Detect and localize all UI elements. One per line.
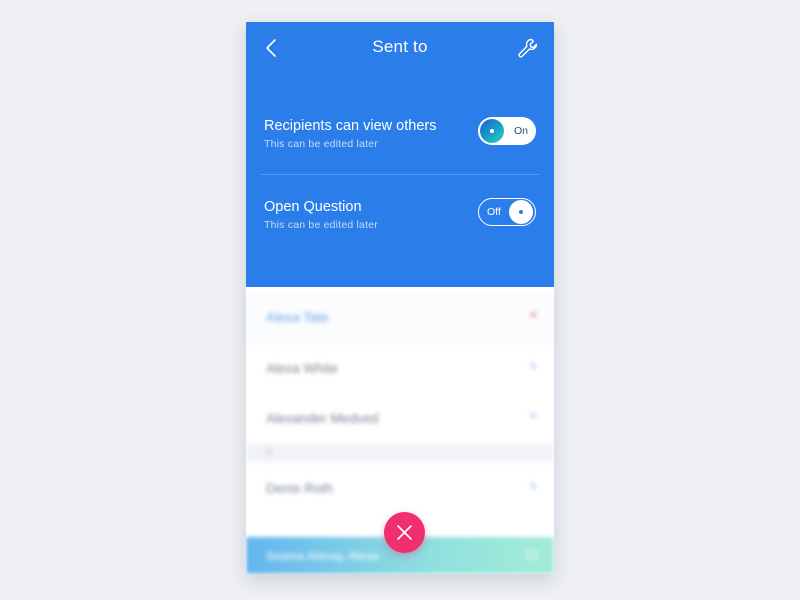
divider bbox=[260, 174, 540, 175]
page-title: Sent to bbox=[372, 37, 428, 56]
setting-open-question: Open Question This can be edited later O… bbox=[264, 198, 536, 243]
setting-recipients-view: Recipients can view others This can be e… bbox=[264, 117, 536, 162]
open-question-toggle[interactable]: Off bbox=[478, 198, 536, 226]
list-item[interactable]: Denis Roth + bbox=[246, 464, 554, 514]
recipient-name: Denis Roth bbox=[266, 481, 333, 496]
recipient-name: Alexander Medved bbox=[266, 411, 379, 426]
toggle-knob bbox=[509, 200, 533, 224]
add-recipient-button[interactable]: + bbox=[529, 408, 538, 426]
settings-button[interactable] bbox=[516, 36, 540, 60]
phone-screen: Sent to Recipients can view others This … bbox=[246, 22, 554, 574]
recipient-name: Alexa White bbox=[266, 361, 339, 376]
section-letter: D bbox=[266, 447, 273, 457]
back-button[interactable] bbox=[262, 36, 282, 60]
setting-hint: This can be edited later bbox=[264, 219, 378, 231]
recipients-view-toggle[interactable]: On bbox=[478, 117, 536, 145]
add-recipient-button[interactable]: + bbox=[529, 358, 538, 376]
wrench-icon bbox=[518, 38, 538, 58]
top-bar: Sent to bbox=[246, 22, 554, 74]
selected-count: 12 bbox=[524, 548, 538, 562]
toggle-knob bbox=[480, 119, 504, 143]
header-panel: Sent to Recipients can view others This … bbox=[246, 22, 554, 287]
list-item[interactable]: Alexa White + bbox=[246, 344, 554, 394]
toggle-state-label: Off bbox=[487, 206, 501, 218]
setting-hint: This can be edited later bbox=[264, 138, 378, 150]
list-item[interactable]: Alexa Tate × bbox=[246, 293, 554, 343]
recipient-name: Alexa Tate bbox=[266, 310, 329, 325]
toggle-state-label: On bbox=[514, 125, 529, 137]
close-icon bbox=[397, 525, 412, 540]
section-header: D bbox=[246, 444, 554, 462]
selected-names: Seama Alenay, Alexa bbox=[266, 549, 379, 563]
setting-label: Recipients can view others bbox=[264, 118, 437, 134]
close-button[interactable] bbox=[384, 512, 425, 553]
list-item[interactable]: Alexander Medved + bbox=[246, 394, 554, 444]
remove-recipient-button[interactable]: × bbox=[529, 307, 538, 325]
setting-label: Open Question bbox=[264, 199, 362, 215]
chevron-left-icon bbox=[266, 39, 276, 57]
add-recipient-button[interactable]: + bbox=[529, 478, 538, 496]
